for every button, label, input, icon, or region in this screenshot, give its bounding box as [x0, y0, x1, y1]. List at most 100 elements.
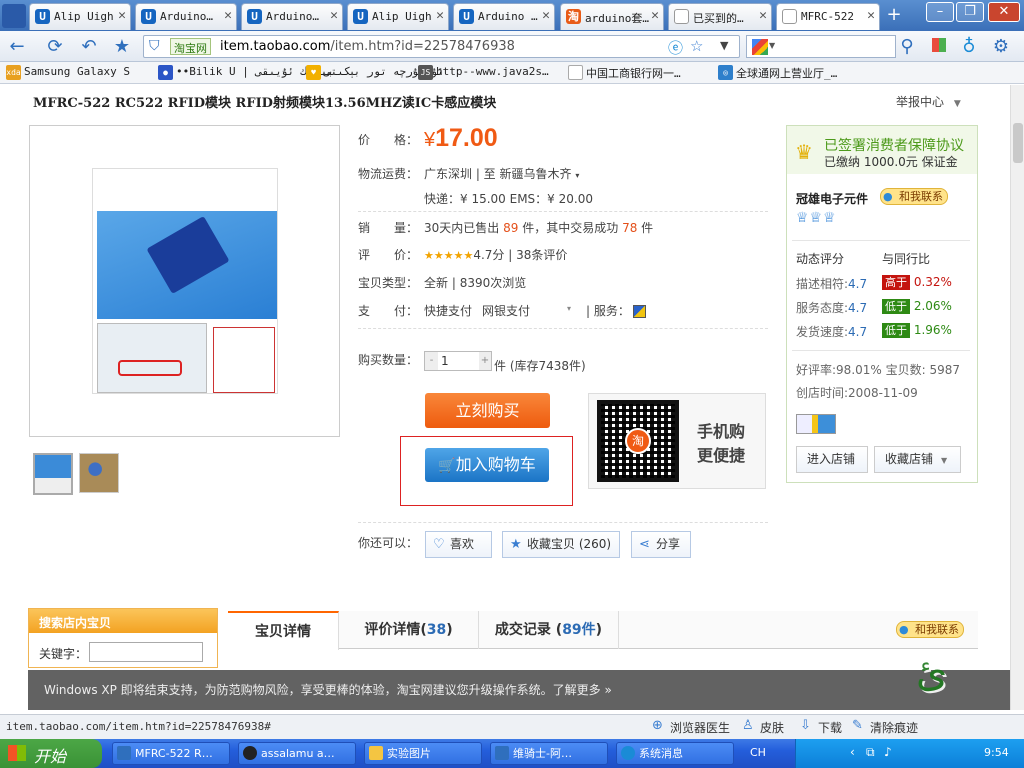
search-icon[interactable]: ⚲ [896, 36, 918, 58]
add-cart-label: 加入购物车 [455, 455, 536, 474]
tab-5[interactable]: U Arduino … ✕ [453, 3, 555, 30]
tools-wrench-icon[interactable]: ⚙ [990, 36, 1012, 58]
bookmark-item[interactable]: JS http--www.java2s… [418, 65, 549, 80]
thumbnail-1[interactable] [33, 453, 73, 495]
close-icon[interactable]: ✕ [759, 8, 767, 23]
taskbar-item[interactable]: assalamu a… [238, 742, 356, 765]
close-icon[interactable]: ✕ [542, 8, 550, 23]
tab-4[interactable]: U Alip Uigh ✕ [347, 3, 449, 30]
scrollbar[interactable] [1010, 85, 1024, 710]
quantity-stepper[interactable]: - 1 + [424, 351, 492, 371]
chevron-down-icon[interactable]: ▼ [720, 39, 728, 52]
add-to-cart-button[interactable]: 🛒加入购物车 [425, 448, 549, 482]
tab-6[interactable]: 淘 arduino套… ✕ [560, 3, 664, 30]
bookmark-star-icon[interactable]: ☆ [690, 37, 703, 55]
service-icon[interactable] [633, 305, 646, 318]
taskbar-item[interactable]: 系统消息 [616, 742, 734, 765]
close-window-button[interactable]: ✕ [988, 2, 1020, 22]
apps-grid-icon[interactable] [928, 36, 950, 58]
tab-label: Arduino… [160, 10, 213, 23]
sales-info: 30天内已售出 89 件，其中交易成功 78 件 [424, 219, 653, 236]
tab-8-active[interactable]: MFRC-522 ✕ [776, 3, 880, 30]
certification-icon[interactable] [796, 414, 836, 434]
tab-7[interactable]: 已买到的… ✕ [668, 3, 772, 30]
price-amount: 17.00 [435, 124, 498, 152]
decrement-button[interactable]: - [425, 352, 438, 370]
bookmark-item[interactable]: 中国工商银行网一… [568, 65, 681, 81]
close-icon[interactable]: ✕ [867, 8, 875, 23]
clear-traces-button[interactable]: ✎ 清除痕迹 [852, 718, 918, 736]
tab-transactions[interactable]: 成交记录 (89件) [479, 611, 619, 649]
address-url[interactable]: item.taobao.com/item.htm?id=22578476938 [220, 39, 515, 54]
guarantee-text[interactable]: 已签署消费者保障协议 [824, 135, 964, 155]
share-button[interactable]: ⋖ 分享 [631, 531, 691, 558]
tab-reviews[interactable]: 评价详情(38) [339, 611, 479, 649]
ime-indicator[interactable]: CH [750, 746, 766, 759]
score-row-service[interactable]: 服务态度:4.7 [796, 299, 867, 316]
tab-item-detail[interactable]: 宝贝详情 [228, 611, 339, 650]
start-button[interactable]: 开始 [0, 739, 102, 768]
product-image-frame[interactable] [29, 125, 340, 437]
report-label: 举报中心 [896, 95, 945, 109]
keyword-input[interactable] [89, 642, 203, 662]
new-tab-button[interactable]: + [882, 5, 906, 27]
taskbar-item[interactable]: MFRC-522 R… [112, 742, 230, 765]
network-icon[interactable]: ⧉ [866, 745, 875, 760]
browser-logo-icon[interactable] [2, 4, 26, 28]
chevron-down-icon[interactable]: ▾ [567, 304, 571, 313]
record-count: 89件 [562, 622, 596, 638]
volume-icon[interactable]: ♪ [884, 745, 892, 759]
like-button[interactable]: ♡ 喜欢 [425, 531, 492, 558]
task-label: 系统消息 [639, 747, 683, 760]
score-row-shipping[interactable]: 发货速度:4.7 [796, 323, 867, 340]
back-arrow-icon[interactable]: ← [6, 36, 28, 58]
pay-quick[interactable]: 快捷支付 [424, 302, 472, 319]
rating-info[interactable]: ★★★★★4.7分 | 38条评价 [424, 246, 567, 263]
shop-name[interactable]: 冠雄电子元件 [796, 190, 868, 207]
tray-arrow-icon[interactable]: ‹ [850, 745, 855, 759]
shipping-route[interactable]: 广东深圳 | 至 新疆乌鲁木齐 ▾ [424, 165, 579, 182]
clock[interactable]: 9:54 [984, 746, 1009, 759]
user-icon[interactable]: ♁ [958, 36, 980, 58]
skin-button[interactable]: ♙ 皮肤 [742, 718, 784, 736]
enter-shop-button[interactable]: 进入店铺 [796, 446, 868, 473]
refresh-icon[interactable]: ⟳ [44, 36, 66, 58]
increment-button[interactable]: + [479, 352, 491, 370]
taskbar-item[interactable]: 维骑士-阿… [490, 742, 608, 765]
report-center-link[interactable]: 举报中心 ▼ [896, 93, 961, 110]
bookmark-item[interactable]: ◎ 全球通网上营业厅_… [718, 65, 837, 81]
tab-2[interactable]: U Arduino… ✕ [135, 3, 237, 30]
score-row-description[interactable]: 描述相符:4.7 [796, 275, 867, 292]
ie-mode-icon[interactable]: ⓔ [668, 37, 683, 58]
close-icon[interactable]: ✕ [651, 8, 659, 23]
xp-notice-banner[interactable]: Windows XP 即将结束支持，为防范购物风险，享受更棒的体验，淘宝网建议您… [28, 670, 1010, 710]
contact-seller-button[interactable]: ● 和我联系 [896, 621, 964, 638]
tab-3[interactable]: U Arduino… ✕ [241, 3, 343, 30]
contact-seller-button[interactable]: ● 和我联系 [880, 188, 948, 205]
search-input[interactable]: ▼ [746, 35, 896, 58]
favorite-shop-button[interactable]: 收藏店铺 ▼ [874, 446, 961, 473]
tab-1[interactable]: U Alip Uigh ✕ [29, 3, 131, 30]
taskbar-item[interactable]: 实验图片 [364, 742, 482, 765]
download-button[interactable]: ⇩ 下载 [800, 718, 842, 736]
bookmark-item[interactable]: xda Samsung Galaxy S [6, 65, 130, 80]
undo-icon[interactable]: ↶ [78, 36, 100, 58]
favorite-star-icon[interactable]: ★ [111, 36, 133, 58]
mobile-qr-panel[interactable]: 淘 手机购 更便捷 [588, 393, 766, 489]
minimize-button[interactable]: – [926, 2, 954, 22]
close-icon[interactable]: ✕ [436, 8, 444, 23]
pay-bank[interactable]: 网银支付 [482, 302, 530, 319]
maximize-button[interactable]: ❐ [956, 2, 984, 22]
thumbnail-2[interactable] [79, 453, 119, 493]
address-bar[interactable]: ⛉ 淘宝网 item.taobao.com/item.htm?id=225784… [143, 35, 740, 58]
browser-doctor-button[interactable]: ⊕ 浏览器医生 [652, 718, 730, 736]
collect-button[interactable]: ★ 收藏宝贝 (260) [502, 531, 620, 558]
close-icon[interactable]: ✕ [224, 8, 232, 23]
tab-favicon-icon: U [247, 9, 262, 24]
close-icon[interactable]: ✕ [330, 8, 338, 23]
chevron-down-icon[interactable]: ▼ [769, 41, 775, 50]
buy-now-button[interactable]: 立刻购买 [425, 393, 550, 428]
scrollbar-thumb[interactable] [1013, 123, 1023, 163]
quantity-field[interactable]: 1 [441, 354, 449, 368]
close-icon[interactable]: ✕ [118, 8, 126, 23]
